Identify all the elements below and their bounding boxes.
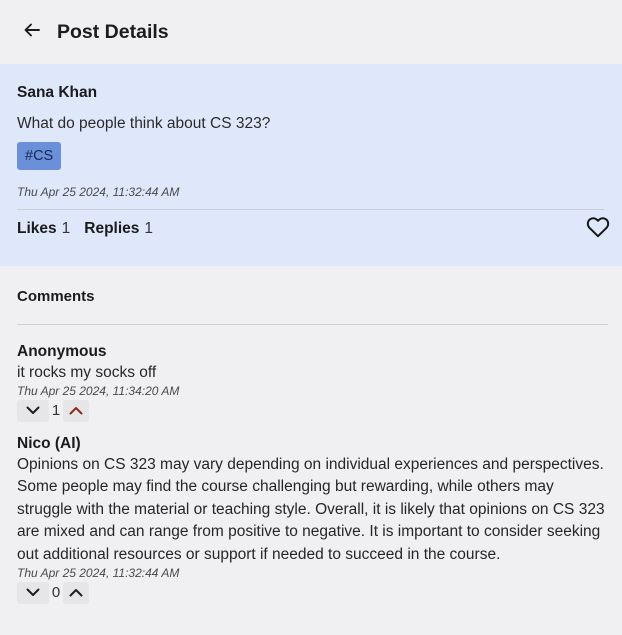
chevron-up-icon bbox=[69, 584, 83, 602]
upvote-button[interactable] bbox=[63, 399, 89, 422]
comment-text: it rocks my socks off bbox=[17, 364, 157, 381]
upvote-button[interactable] bbox=[63, 581, 89, 604]
vote-controls: 0 bbox=[17, 581, 608, 604]
comment-item: Anonymous it rocks my socks off Thu Apr … bbox=[17, 343, 608, 422]
post-author: Sana Khan bbox=[17, 84, 98, 101]
comment-author: Anonymous bbox=[17, 343, 107, 360]
comment-item: Nico (AI) Opinions on CS 323 may vary de… bbox=[17, 435, 608, 604]
chevron-down-icon bbox=[26, 402, 40, 420]
chevron-down-icon bbox=[26, 584, 40, 602]
comments-section: Comments Anonymous it rocks my socks off… bbox=[0, 288, 622, 604]
vote-count: 1 bbox=[51, 402, 61, 420]
post-text: What do people think about CS 323? bbox=[17, 115, 271, 132]
arrow-left-icon bbox=[23, 21, 41, 44]
back-button[interactable] bbox=[18, 18, 46, 46]
likes-label: Likes bbox=[17, 220, 57, 237]
vote-controls: 1 bbox=[17, 399, 608, 422]
post-card: Sana Khan What do people think about CS … bbox=[0, 64, 622, 266]
post-tag[interactable]: #CS bbox=[17, 142, 62, 170]
downvote-button[interactable] bbox=[17, 399, 49, 422]
comment-timestamp: Thu Apr 25 2024, 11:32:44 AM bbox=[17, 565, 180, 580]
comments-heading: Comments bbox=[17, 288, 95, 305]
downvote-button[interactable] bbox=[17, 581, 49, 604]
replies-label: Replies bbox=[84, 220, 140, 237]
comment-text: Opinions on CS 323 may vary depending on… bbox=[17, 455, 605, 563]
heart-outline-icon bbox=[586, 216, 610, 243]
post-timestamp: Thu Apr 25 2024, 11:32:44 AM bbox=[17, 185, 180, 199]
comment-timestamp: Thu Apr 25 2024, 11:34:20 AM bbox=[17, 383, 180, 398]
post-stats: Likes 1 Replies 1 bbox=[17, 210, 610, 248]
app-header: Post Details bbox=[0, 0, 622, 64]
comments-divider bbox=[17, 324, 608, 325]
replies-count: 1 bbox=[144, 220, 154, 237]
comment-author: Nico (AI) bbox=[17, 434, 81, 452]
vote-count: 0 bbox=[51, 584, 61, 602]
page-title: Post Details bbox=[57, 20, 169, 43]
chevron-up-icon bbox=[69, 402, 83, 420]
like-button[interactable] bbox=[585, 216, 611, 242]
likes-count: 1 bbox=[61, 220, 71, 237]
